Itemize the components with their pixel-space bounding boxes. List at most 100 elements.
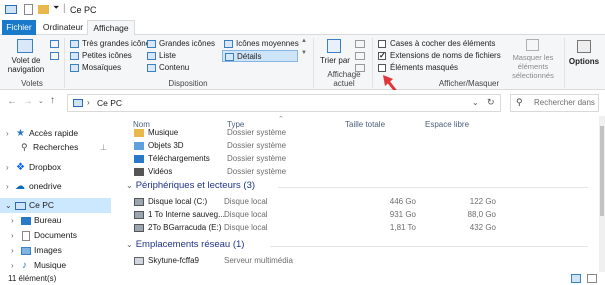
forward-arrow-icon[interactable]: → — [23, 96, 33, 107]
layout-icon — [147, 40, 156, 48]
layout-icones-moyennes[interactable]: Icônes moyennes — [222, 38, 299, 50]
nav-pane-button[interactable]: Volet de navigation — [4, 37, 48, 77]
add-columns-icon[interactable] — [355, 52, 365, 60]
layout-icon — [70, 52, 79, 60]
tab-ordinateur[interactable]: Ordinateur — [40, 20, 86, 35]
expand-chevron-icon[interactable]: › — [6, 126, 9, 141]
media-server-icon — [134, 257, 144, 265]
nav-label: Documents — [34, 230, 77, 240]
list-item[interactable]: Musique Dossier système — [118, 126, 598, 140]
hide-selected-button[interactable]: Masquer les éléments sélectionnés — [505, 37, 561, 80]
nav-label: onedrive — [29, 181, 62, 191]
layout-details[interactable]: Détails — [222, 50, 298, 62]
group-label-affichage-actuel: Affichage actuel — [327, 70, 361, 88]
window-title: Ce PC — [70, 5, 97, 15]
search-field[interactable]: ⚲ Rechercher dans — [510, 94, 599, 112]
hide-selected-icon — [526, 39, 539, 51]
layout-grandes-icones[interactable]: Grandes icônes — [145, 38, 215, 50]
images-icon — [21, 247, 31, 255]
layout-scroll-up-icon[interactable]: ▲ — [301, 38, 307, 44]
tab-affichage[interactable]: Affichage — [87, 20, 135, 36]
expand-chevron-icon[interactable]: › — [6, 179, 9, 194]
dropbox-icon: ❖ — [16, 162, 25, 173]
layout-contenu[interactable]: Contenu — [145, 62, 189, 74]
title-separator: | — [63, 3, 66, 14]
group-by-icon[interactable] — [355, 40, 365, 48]
checkbox-cases-a-cocher[interactable]: Cases à cocher des éléments — [377, 38, 495, 50]
group-header-devices[interactable]: ⌄ Périphériques et lecteurs (3) — [126, 180, 255, 191]
checkbox-box[interactable] — [378, 40, 386, 48]
path-chevron-icon[interactable]: › — [87, 98, 90, 107]
expand-chevron-icon[interactable]: › — [11, 228, 14, 243]
up-arrow-icon[interactable]: ↑ — [50, 95, 55, 106]
list-item[interactable]: Disque local (C:) Disque local 446 Go 12… — [118, 195, 598, 209]
nav-pane-label: Volet de navigation — [7, 56, 45, 74]
list-item[interactable]: 2To BGarracuda (E:) Disque local 1,81 To… — [118, 221, 598, 235]
details-pane-icon[interactable] — [50, 52, 59, 60]
sort-icon — [327, 39, 341, 53]
checkbox-elements-masques[interactable]: Éléments masqués — [377, 62, 458, 74]
drive-icon — [134, 211, 144, 219]
new-folder-icon[interactable] — [38, 5, 49, 14]
layout-icon — [225, 53, 234, 61]
list-item[interactable]: Téléchargements Dossier système — [118, 152, 598, 166]
address-path[interactable]: Ce PC — [97, 98, 122, 108]
list-item[interactable]: Vidéos Dossier système — [118, 165, 598, 179]
expand-chevron-icon[interactable]: › — [6, 160, 9, 175]
preview-pane-icon[interactable] — [50, 40, 59, 48]
checkbox-box[interactable] — [378, 64, 386, 72]
layout-icon — [70, 64, 79, 72]
quick-access-dropdown-icon[interactable]: ⏷ — [53, 3, 59, 13]
tab-fichier[interactable]: Fichier — [2, 20, 36, 35]
pc-icon — [5, 5, 17, 14]
videos-icon — [134, 168, 144, 176]
large-icons-view-icon[interactable] — [587, 274, 597, 283]
group-header-network[interactable]: ⌄ Emplacements réseau (1) — [126, 239, 244, 250]
address-field[interactable]: › Ce PC ⌄ ↻ — [67, 94, 501, 112]
recent-dropdown-icon[interactable]: ⌄ — [38, 97, 44, 105]
checkbox-extensions[interactable]: Extensions de noms de fichiers — [377, 50, 501, 62]
options-button[interactable]: Options — [567, 37, 601, 77]
hide-selected-label: Masquer les éléments sélectionnés — [512, 53, 554, 80]
drive-icon — [134, 224, 144, 232]
layout-tres-grandes-icones[interactable]: Très grandes icônes — [68, 38, 154, 50]
scroll-thumb[interactable] — [600, 126, 604, 216]
options-icon — [577, 40, 591, 53]
properties-icon[interactable] — [24, 4, 33, 15]
title-bar: ⏷ | Ce PC — [0, 0, 605, 20]
layout-icon — [147, 64, 156, 72]
expand-chevron-icon[interactable]: › — [11, 258, 14, 273]
pc-icon — [73, 99, 83, 107]
collapse-chevron-icon[interactable]: ⌄ — [126, 240, 133, 249]
vertical-scrollbar[interactable] — [599, 116, 605, 272]
cloud-icon: ☁ — [15, 181, 25, 192]
layout-petites-icones[interactable]: Petites icônes — [68, 50, 132, 62]
separator — [64, 38, 65, 88]
expand-chevron-icon[interactable]: › — [11, 213, 14, 228]
back-arrow-icon[interactable]: ← — [7, 96, 17, 107]
status-bar: 11 élément(s) — [0, 272, 605, 285]
nav-item-ce-pc[interactable]: ⌄ Ce PC — [0, 198, 111, 213]
refresh-icon[interactable]: ↻ — [487, 97, 495, 108]
search-folder-icon: ⚲ — [21, 142, 28, 152]
nav-label: Ce PC — [29, 200, 55, 210]
list-item[interactable]: 1 To Interne sauveg... Disque local 931 … — [118, 208, 598, 222]
documents-icon — [22, 231, 30, 241]
details-view-icon[interactable] — [571, 274, 581, 283]
checkbox-box[interactable] — [378, 50, 386, 62]
address-dropdown-icon[interactable]: ⌄ — [472, 98, 479, 107]
item-count: 11 élément(s) — [8, 274, 57, 283]
separator — [313, 38, 314, 88]
list-item[interactable]: Skytune-fcffa9 Serveur multimédia — [118, 254, 598, 268]
pin-icon: ⊥ — [100, 143, 107, 152]
layout-scroll-down-icon[interactable]: ▼ — [301, 50, 307, 56]
navigation-pane: › ★ Accès rapide ⚲ Recherches ⊥ › ❖ Drop… — [0, 116, 116, 272]
list-item[interactable]: Objets 3D Dossier système — [118, 139, 598, 153]
expand-chevron-icon[interactable]: › — [11, 243, 14, 258]
music-icon: ♪ — [22, 260, 27, 271]
collapse-chevron-icon[interactable]: ⌄ — [126, 181, 133, 190]
collapse-chevron-icon[interactable]: ⌄ — [5, 198, 12, 213]
pc-icon — [15, 202, 26, 210]
layout-liste[interactable]: Liste — [145, 50, 176, 62]
layout-mosaiques[interactable]: Mosaïques — [68, 62, 121, 74]
